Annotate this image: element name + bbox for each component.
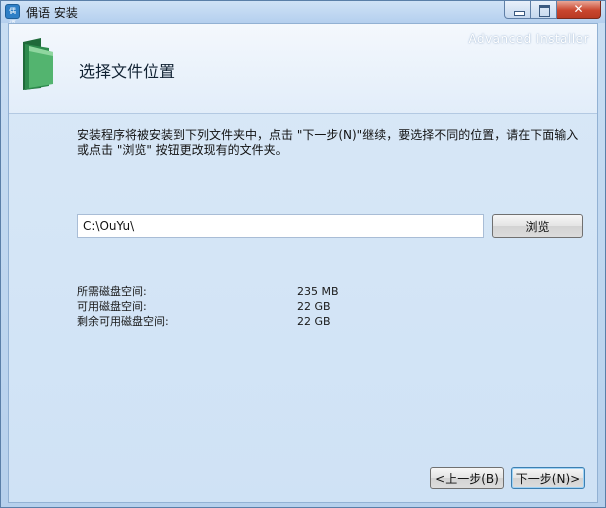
remaining-space-row: 剩余可用磁盘空间: 22 GB [77, 314, 377, 329]
window-title: 偶语 安装 [26, 6, 78, 20]
required-space-label: 所需磁盘空间: [77, 285, 147, 298]
close-icon: ✕ [573, 2, 584, 16]
remaining-space-value: 22 GB [297, 315, 331, 328]
advanced-installer-brand: Advanced Installer [468, 32, 589, 46]
remaining-space-label: 剩余可用磁盘空间: [77, 315, 169, 328]
next-button[interactable]: 下一步(N)> [511, 467, 585, 489]
dialog-client-area: 选择文件位置 Advanced Installer 安装程序将被安装到下列文件夹… [8, 23, 598, 503]
app-icon: 偶语 [5, 4, 20, 28]
required-space-value: 235 MB [297, 285, 339, 298]
close-button[interactable]: ✕ [557, 1, 601, 19]
title-bar[interactable]: 偶语 偶语 安装 ✕ [1, 1, 605, 28]
installer-window: 偶语 偶语 安装 ✕ 选择文件位置 Advanced Installer 安装程… [0, 0, 606, 508]
required-space-row: 所需磁盘空间: 235 MB [77, 284, 377, 299]
instructions-text: 安装程序将被安装到下列文件夹中，点击 "下一步(N)"继续，要选择不同的位置，请… [77, 128, 579, 157]
disk-space-info: 所需磁盘空间: 235 MB 可用磁盘空间: 22 GB 剩余可用磁盘空间: 2… [77, 284, 377, 329]
back-button[interactable]: <上一步(B) [430, 467, 504, 489]
header-banner: 选择文件位置 Advanced Installer [9, 24, 597, 114]
maximize-button[interactable] [531, 1, 557, 19]
step-title: 选择文件位置 [79, 62, 176, 81]
available-space-label: 可用磁盘空间: [77, 300, 147, 313]
window-controls: ✕ [504, 1, 601, 19]
minimize-button[interactable] [504, 1, 531, 19]
available-space-value: 22 GB [297, 300, 331, 313]
install-path-input[interactable] [77, 214, 484, 238]
folder-icon [23, 38, 53, 90]
available-space-row: 可用磁盘空间: 22 GB [77, 299, 377, 314]
browse-button[interactable]: 浏览 [492, 214, 583, 238]
